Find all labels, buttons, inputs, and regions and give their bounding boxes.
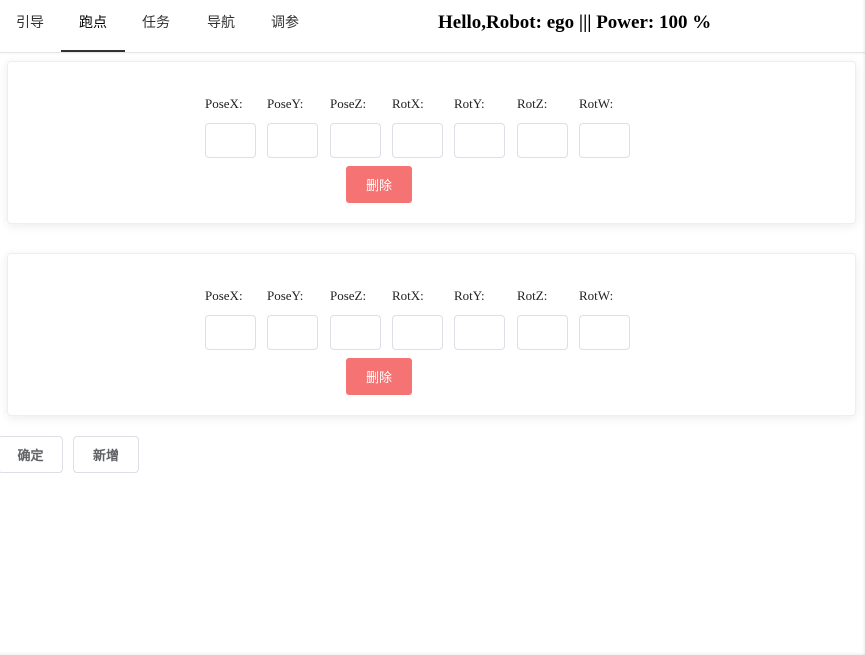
- posez-label: PoseZ:: [330, 288, 367, 303]
- rotz-input[interactable]: [517, 123, 568, 158]
- tab-tasks[interactable]: 任务: [134, 0, 178, 50]
- delete-button[interactable]: 删除: [346, 166, 412, 203]
- rotz-input[interactable]: [517, 315, 568, 350]
- posex-label: PoseX:: [205, 288, 243, 303]
- rotx-label: RotX:: [392, 288, 424, 303]
- posex-input[interactable]: [205, 123, 256, 158]
- posez-input[interactable]: [330, 123, 381, 158]
- tab-guide[interactable]: 引导: [8, 0, 52, 50]
- confirm-button[interactable]: 确定: [0, 436, 63, 473]
- posez-input[interactable]: [330, 315, 381, 350]
- roty-input[interactable]: [454, 315, 505, 350]
- roty-input[interactable]: [454, 123, 505, 158]
- add-button[interactable]: 新增: [73, 436, 139, 473]
- posey-label: PoseY:: [267, 96, 304, 111]
- waypoint-card-2: PoseX: PoseY: PoseZ: RotX: RotY: RotZ: R…: [7, 253, 856, 416]
- rotw-input[interactable]: [579, 315, 630, 350]
- rotx-input[interactable]: [392, 123, 443, 158]
- rotw-label: RotW:: [579, 288, 614, 303]
- robot-status-title: Hello,Robot: ego ||| Power: 100 %: [438, 12, 712, 33]
- posey-input[interactable]: [267, 315, 318, 350]
- posex-input[interactable]: [205, 315, 256, 350]
- posey-input[interactable]: [267, 123, 318, 158]
- posez-label: PoseZ:: [330, 96, 367, 111]
- rotx-label: RotX:: [392, 96, 424, 111]
- posey-label: PoseY:: [267, 288, 304, 303]
- rotz-label: RotZ:: [517, 96, 548, 111]
- tab-run-points[interactable]: 跑点: [61, 0, 125, 52]
- roty-label: RotY:: [454, 288, 485, 303]
- top-nav-bar: 引导 跑点 任务 导航 调参 Hello,Robot: ego ||| Powe…: [0, 0, 865, 53]
- waypoint-card-1: PoseX: PoseY: PoseZ: RotX: RotY: RotZ: R…: [7, 61, 856, 224]
- rotz-label: RotZ:: [517, 288, 548, 303]
- posex-label: PoseX:: [205, 96, 243, 111]
- roty-label: RotY:: [454, 96, 485, 111]
- rotw-label: RotW:: [579, 96, 614, 111]
- rotx-input[interactable]: [392, 315, 443, 350]
- delete-button[interactable]: 删除: [346, 358, 412, 395]
- tab-navigation[interactable]: 导航: [199, 0, 243, 50]
- rotw-input[interactable]: [579, 123, 630, 158]
- tab-tuning[interactable]: 调参: [263, 0, 307, 50]
